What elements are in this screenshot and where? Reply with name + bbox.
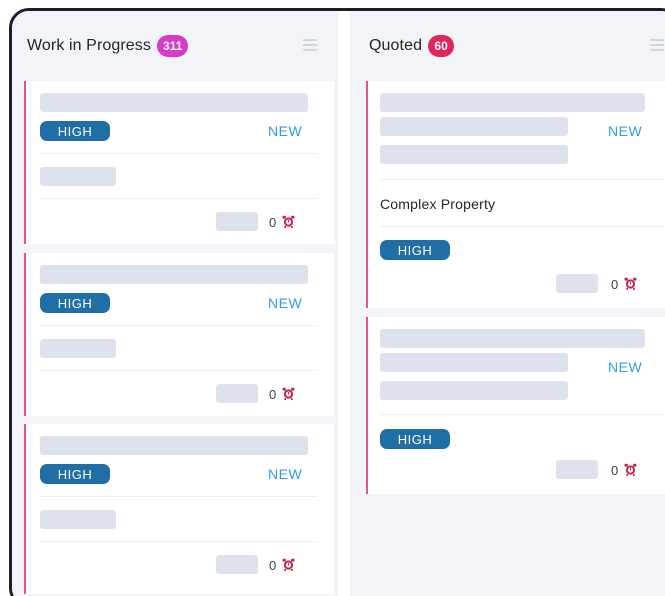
priority-badge: HIGH [40, 121, 110, 141]
card-separator [40, 325, 318, 326]
alarm-clock-icon[interactable] [282, 387, 295, 400]
column-quoted: Quoted 60 NEW Complex Property HIGH 0 NE… [350, 11, 665, 596]
title-placeholder [380, 117, 568, 136]
status-new-label: NEW [268, 123, 303, 139]
subtitle-placeholder [40, 510, 116, 529]
column-header: Quoted 60 [369, 31, 455, 61]
comment-count: 0 [269, 558, 277, 573]
title-placeholder [380, 381, 568, 400]
status-new-label: NEW [608, 359, 643, 375]
column-title: Work in Progress [27, 37, 152, 54]
subtitle-placeholder [40, 167, 116, 186]
meta-placeholder [216, 212, 258, 231]
title-placeholder [380, 329, 645, 348]
alarm-clock-icon[interactable] [624, 463, 637, 476]
status-new-label: NEW [268, 466, 303, 482]
title-placeholder [380, 353, 568, 372]
title-placeholder [40, 265, 308, 284]
meta-placeholder [556, 460, 598, 479]
deal-card[interactable]: NEW HIGH 0 [366, 317, 665, 494]
card-separator [380, 414, 664, 415]
deal-card[interactable]: HIGH NEW 0 [24, 81, 334, 244]
card-separator [40, 496, 318, 497]
meta-placeholder [216, 384, 258, 403]
deal-card[interactable]: HIGH NEW 0 [24, 424, 334, 594]
status-new-label: NEW [268, 295, 303, 311]
alarm-clock-icon[interactable] [282, 558, 295, 571]
comment-count: 0 [611, 463, 619, 478]
priority-badge: HIGH [380, 429, 450, 449]
card-description: Complex Property [380, 196, 496, 212]
priority-badge: HIGH [40, 293, 110, 313]
card-separator [40, 198, 318, 199]
alarm-clock-icon[interactable] [624, 277, 637, 290]
card-separator [40, 153, 318, 154]
title-placeholder [380, 93, 645, 112]
card-separator [380, 226, 664, 227]
alarm-clock-icon[interactable] [282, 215, 295, 228]
column-title: Quoted [369, 37, 423, 54]
card-separator [40, 370, 318, 371]
title-placeholder [40, 93, 308, 112]
status-new-label: NEW [608, 123, 643, 139]
card-separator [40, 541, 318, 542]
priority-badge: HIGH [380, 240, 450, 260]
column-count-badge: 60 [428, 35, 455, 57]
comment-count: 0 [269, 215, 277, 230]
column-header: Work in Progress 311 [27, 31, 189, 61]
column-divider [338, 11, 350, 596]
subtitle-placeholder [40, 339, 116, 358]
meta-placeholder [216, 555, 258, 574]
menu-lines-icon[interactable] [650, 39, 664, 51]
deal-card[interactable]: NEW Complex Property HIGH 0 [366, 81, 665, 308]
comment-count: 0 [269, 387, 277, 402]
card-separator [380, 179, 664, 180]
title-placeholder [380, 145, 568, 164]
meta-placeholder [556, 274, 598, 293]
title-placeholder [40, 436, 308, 455]
column-work-in-progress: Work in Progress 311 HIGH NEW 0 HIGH NEW [12, 11, 337, 596]
priority-badge: HIGH [40, 464, 110, 484]
comment-count: 0 [611, 277, 619, 292]
menu-lines-icon[interactable] [303, 39, 317, 51]
column-count-badge: 311 [157, 35, 189, 57]
kanban-board: Work in Progress 311 HIGH NEW 0 HIGH NEW [9, 8, 665, 596]
deal-card[interactable]: HIGH NEW 0 [24, 253, 334, 416]
